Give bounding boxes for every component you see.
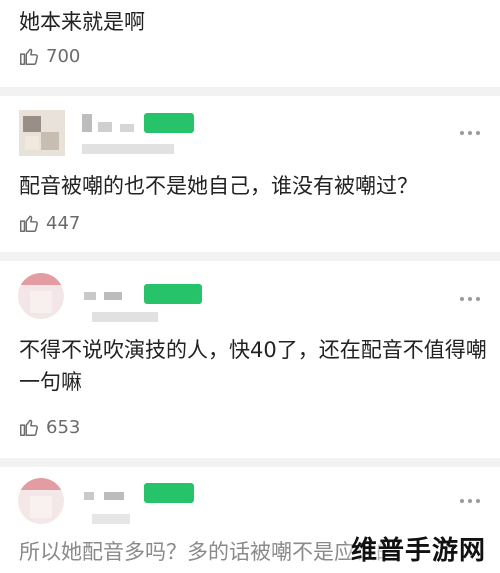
- watermark: 维普手游网: [350, 536, 486, 566]
- timestamp-obscured: [92, 514, 130, 524]
- thumbs-up-icon: [20, 48, 38, 65]
- like-count: 447: [46, 212, 81, 234]
- username-obscured[interactable]: [84, 292, 96, 300]
- username-obscured[interactable]: [82, 114, 92, 132]
- user-badge: [144, 113, 194, 133]
- thumbs-up-icon: [20, 215, 38, 232]
- like-count: 653: [46, 416, 81, 438]
- divider: [0, 87, 500, 96]
- more-dots-icon[interactable]: [460, 131, 480, 135]
- user-badge: [144, 284, 202, 304]
- username-obscured[interactable]: [104, 292, 122, 300]
- like-button[interactable]: 653: [18, 416, 80, 438]
- thumbs-up-icon: [20, 419, 38, 436]
- comment-text: 所以她配音多吗？多的话被嘲不是应该的: [19, 540, 397, 564]
- divider: [0, 458, 500, 467]
- comment-text: 不得不说吹演技的人，快40了，还在配音不值得嘲一句嘛: [19, 338, 487, 394]
- user-badge: [144, 483, 194, 503]
- like-count: 700: [46, 45, 81, 67]
- like-button[interactable]: 700: [18, 45, 80, 67]
- username-obscured[interactable]: [120, 124, 134, 132]
- timestamp-obscured: [82, 144, 174, 154]
- timestamp-obscured: [92, 312, 158, 322]
- like-button[interactable]: 447: [18, 212, 80, 234]
- post-text: 她本来就是啊: [19, 10, 145, 34]
- username-obscured[interactable]: [104, 492, 124, 500]
- avatar[interactable]: [19, 110, 65, 156]
- username-obscured[interactable]: [98, 122, 112, 132]
- comment-text: 配音被嘲的也不是她自己，谁没有被嘲过？: [19, 174, 418, 198]
- avatar[interactable]: [18, 273, 64, 319]
- username-obscured[interactable]: [84, 492, 94, 500]
- avatar[interactable]: [18, 478, 64, 524]
- more-dots-icon[interactable]: [460, 499, 480, 503]
- divider: [0, 252, 500, 261]
- more-dots-icon[interactable]: [460, 297, 480, 301]
